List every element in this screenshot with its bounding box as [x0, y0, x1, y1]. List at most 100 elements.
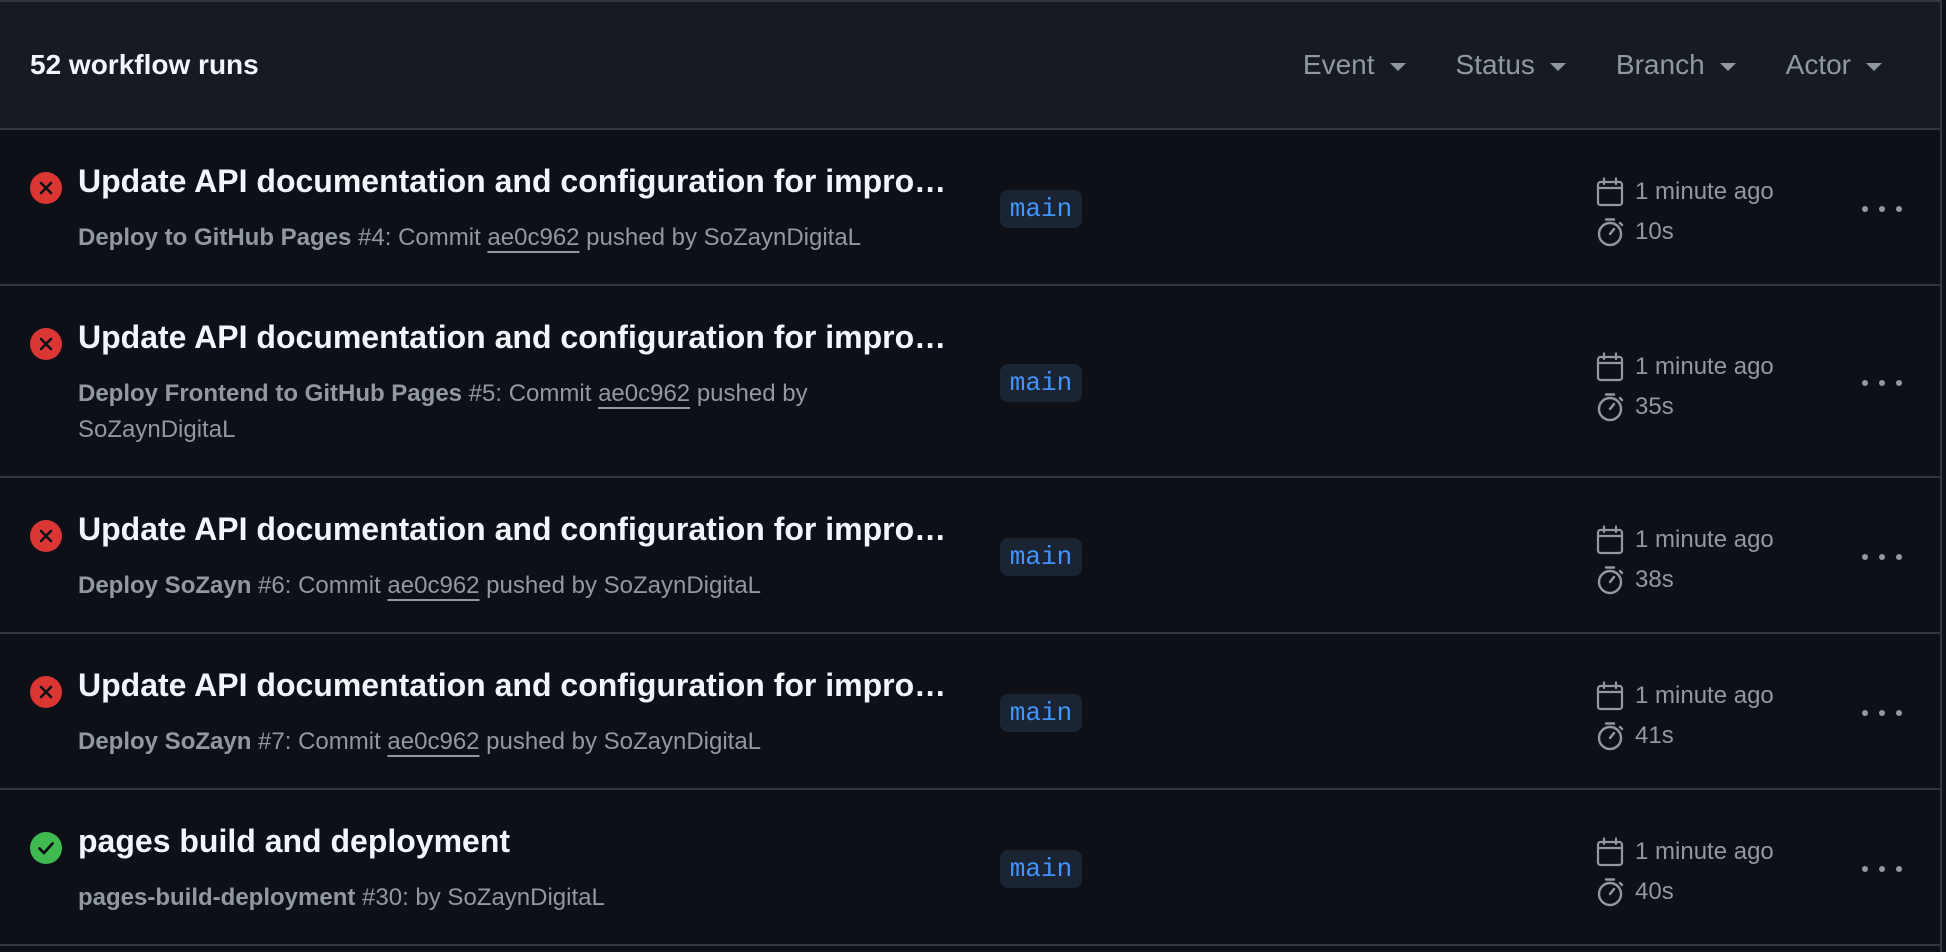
run-number: #6	[258, 572, 285, 599]
kebab-dot	[1879, 554, 1885, 560]
stopwatch-icon	[1597, 218, 1624, 247]
branch-badge[interactable]: main	[1000, 538, 1082, 576]
branch-badge[interactable]: main	[1000, 694, 1082, 732]
run-workflow-name[interactable]: Deploy Frontend to GitHub Pages	[78, 380, 462, 407]
chevron-down-icon	[1719, 62, 1736, 71]
branch-badge[interactable]: main	[1000, 364, 1082, 402]
run-duration: 10s	[1635, 218, 1674, 245]
run-duration-row: 41s	[1595, 716, 1774, 756]
run-number: #7	[258, 728, 285, 755]
workflow-run-row[interactable]: Update API documentation and configurati…	[0, 478, 1940, 634]
run-meta-suffix: pushed by SoZaynDigitaL	[479, 572, 762, 599]
workflow-runs-panel: 52 workflow runs Event Status Branch Act…	[0, 0, 1942, 952]
run-title-link[interactable]: pages build and deployment	[78, 823, 958, 860]
filter-status-label: Status	[1455, 49, 1535, 80]
x-circle-icon	[30, 172, 62, 204]
run-duration: 38s	[1635, 566, 1674, 593]
kebab-dot	[1896, 710, 1902, 716]
kebab-dot	[1879, 206, 1885, 212]
branch-badge[interactable]: main	[1000, 190, 1082, 228]
run-meta-suffix: pushed by SoZaynDigitaL	[579, 224, 862, 251]
workflow-run-row[interactable]: pages build and deployment pages-build-d…	[0, 790, 1940, 946]
run-actions-menu-button[interactable]	[1862, 547, 1902, 567]
run-actions-menu-button[interactable]	[1862, 199, 1902, 219]
chevron-down-icon	[1549, 62, 1566, 71]
calendar-icon	[1596, 525, 1624, 555]
workflow-runs-header: 52 workflow runs Event Status Branch Act…	[0, 2, 1940, 130]
run-timing: 1 minute ago 41s	[1595, 676, 1774, 756]
run-number: #4	[358, 224, 385, 251]
run-time-ago: 1 minute ago	[1635, 526, 1774, 553]
commit-sha-link[interactable]: ae0c962	[598, 380, 690, 407]
commit-sha-link[interactable]: ae0c962	[387, 728, 479, 755]
x-circle-icon	[30, 328, 62, 360]
run-meta-prefix: : by SoZaynDigitaL	[402, 884, 605, 911]
kebab-dot	[1879, 866, 1885, 872]
filter-bar: Event Status Branch Actor	[1253, 49, 1882, 81]
run-actions-menu-button[interactable]	[1862, 373, 1902, 393]
run-duration-row: 40s	[1595, 872, 1774, 912]
kebab-dot	[1862, 206, 1868, 212]
run-timing: 1 minute ago 38s	[1595, 520, 1774, 600]
commit-sha-link[interactable]: ae0c962	[487, 224, 579, 251]
run-number: #30	[362, 884, 403, 911]
run-time-ago: 1 minute ago	[1635, 838, 1774, 865]
run-time-ago: 1 minute ago	[1635, 682, 1774, 709]
calendar-icon	[1596, 177, 1624, 207]
commit-sha-link[interactable]: ae0c962	[387, 572, 479, 599]
workflow-run-row[interactable]: Update API documentation and configurati…	[0, 634, 1940, 790]
run-meta: pages-build-deployment #30: by SoZaynDig…	[78, 880, 868, 916]
run-time-row: 1 minute ago	[1595, 676, 1774, 716]
run-time-row: 1 minute ago	[1595, 520, 1774, 560]
run-meta: Deploy SoZayn #6: Commit ae0c962 pushed …	[78, 568, 868, 604]
filter-actor-dropdown[interactable]: Actor	[1786, 49, 1882, 81]
run-workflow-name[interactable]: Deploy SoZayn	[78, 728, 251, 755]
filter-actor-label: Actor	[1785, 49, 1851, 80]
run-timing: 1 minute ago 40s	[1595, 832, 1774, 912]
run-title-link[interactable]: Update API documentation and configurati…	[78, 667, 958, 704]
calendar-icon	[1596, 681, 1624, 711]
filter-status-dropdown[interactable]: Status	[1456, 49, 1566, 81]
kebab-dot	[1879, 380, 1885, 386]
workflow-runs-count: 52 workflow runs	[30, 49, 259, 80]
filter-event-label: Event	[1302, 49, 1375, 80]
run-actions-menu-button[interactable]	[1862, 703, 1902, 723]
chevron-down-icon	[1866, 62, 1882, 71]
kebab-dot	[1896, 206, 1902, 212]
kebab-dot	[1862, 554, 1868, 560]
filter-branch-dropdown[interactable]: Branch	[1616, 49, 1736, 81]
run-meta-suffix: pushed by SoZaynDigitaL	[479, 728, 762, 755]
run-title-link[interactable]: Update API documentation and configurati…	[78, 511, 958, 548]
stopwatch-icon	[1597, 722, 1624, 751]
run-title-link[interactable]: Update API documentation and configurati…	[78, 319, 958, 356]
run-duration: 35s	[1635, 393, 1674, 420]
run-workflow-name[interactable]: pages-build-deployment	[78, 884, 355, 911]
run-duration: 41s	[1635, 722, 1674, 749]
kebab-dot	[1879, 710, 1885, 716]
run-timing: 1 minute ago 35s	[1595, 347, 1774, 427]
run-meta-prefix: : Commit	[284, 572, 388, 599]
run-title-link[interactable]: Update API documentation and configurati…	[78, 163, 958, 200]
stopwatch-icon	[1597, 878, 1624, 907]
run-time-ago: 1 minute ago	[1635, 353, 1774, 380]
branch-badge[interactable]: main	[1000, 850, 1082, 888]
filter-event-dropdown[interactable]: Event	[1303, 49, 1406, 81]
x-circle-icon	[30, 676, 62, 708]
stopwatch-icon	[1597, 393, 1624, 422]
kebab-dot	[1862, 866, 1868, 872]
run-duration-row: 35s	[1595, 387, 1774, 427]
chevron-down-icon	[1389, 62, 1406, 71]
run-workflow-name[interactable]: Deploy SoZayn	[78, 572, 251, 599]
run-workflow-name[interactable]: Deploy to GitHub Pages	[78, 224, 351, 251]
run-time-row: 1 minute ago	[1595, 832, 1774, 872]
workflow-run-row[interactable]: Update API documentation and configurati…	[0, 286, 1940, 478]
run-meta: Deploy SoZayn #7: Commit ae0c962 pushed …	[78, 724, 868, 760]
kebab-dot	[1896, 866, 1902, 872]
kebab-dot	[1896, 380, 1902, 386]
workflow-run-row[interactable]: Update API documentation and configurati…	[0, 130, 1940, 286]
run-duration: 40s	[1635, 878, 1674, 905]
run-meta-prefix: : Commit	[384, 224, 488, 251]
filter-branch-label: Branch	[1615, 49, 1705, 80]
run-actions-menu-button[interactable]	[1862, 859, 1902, 879]
run-time-ago: 1 minute ago	[1635, 178, 1774, 205]
